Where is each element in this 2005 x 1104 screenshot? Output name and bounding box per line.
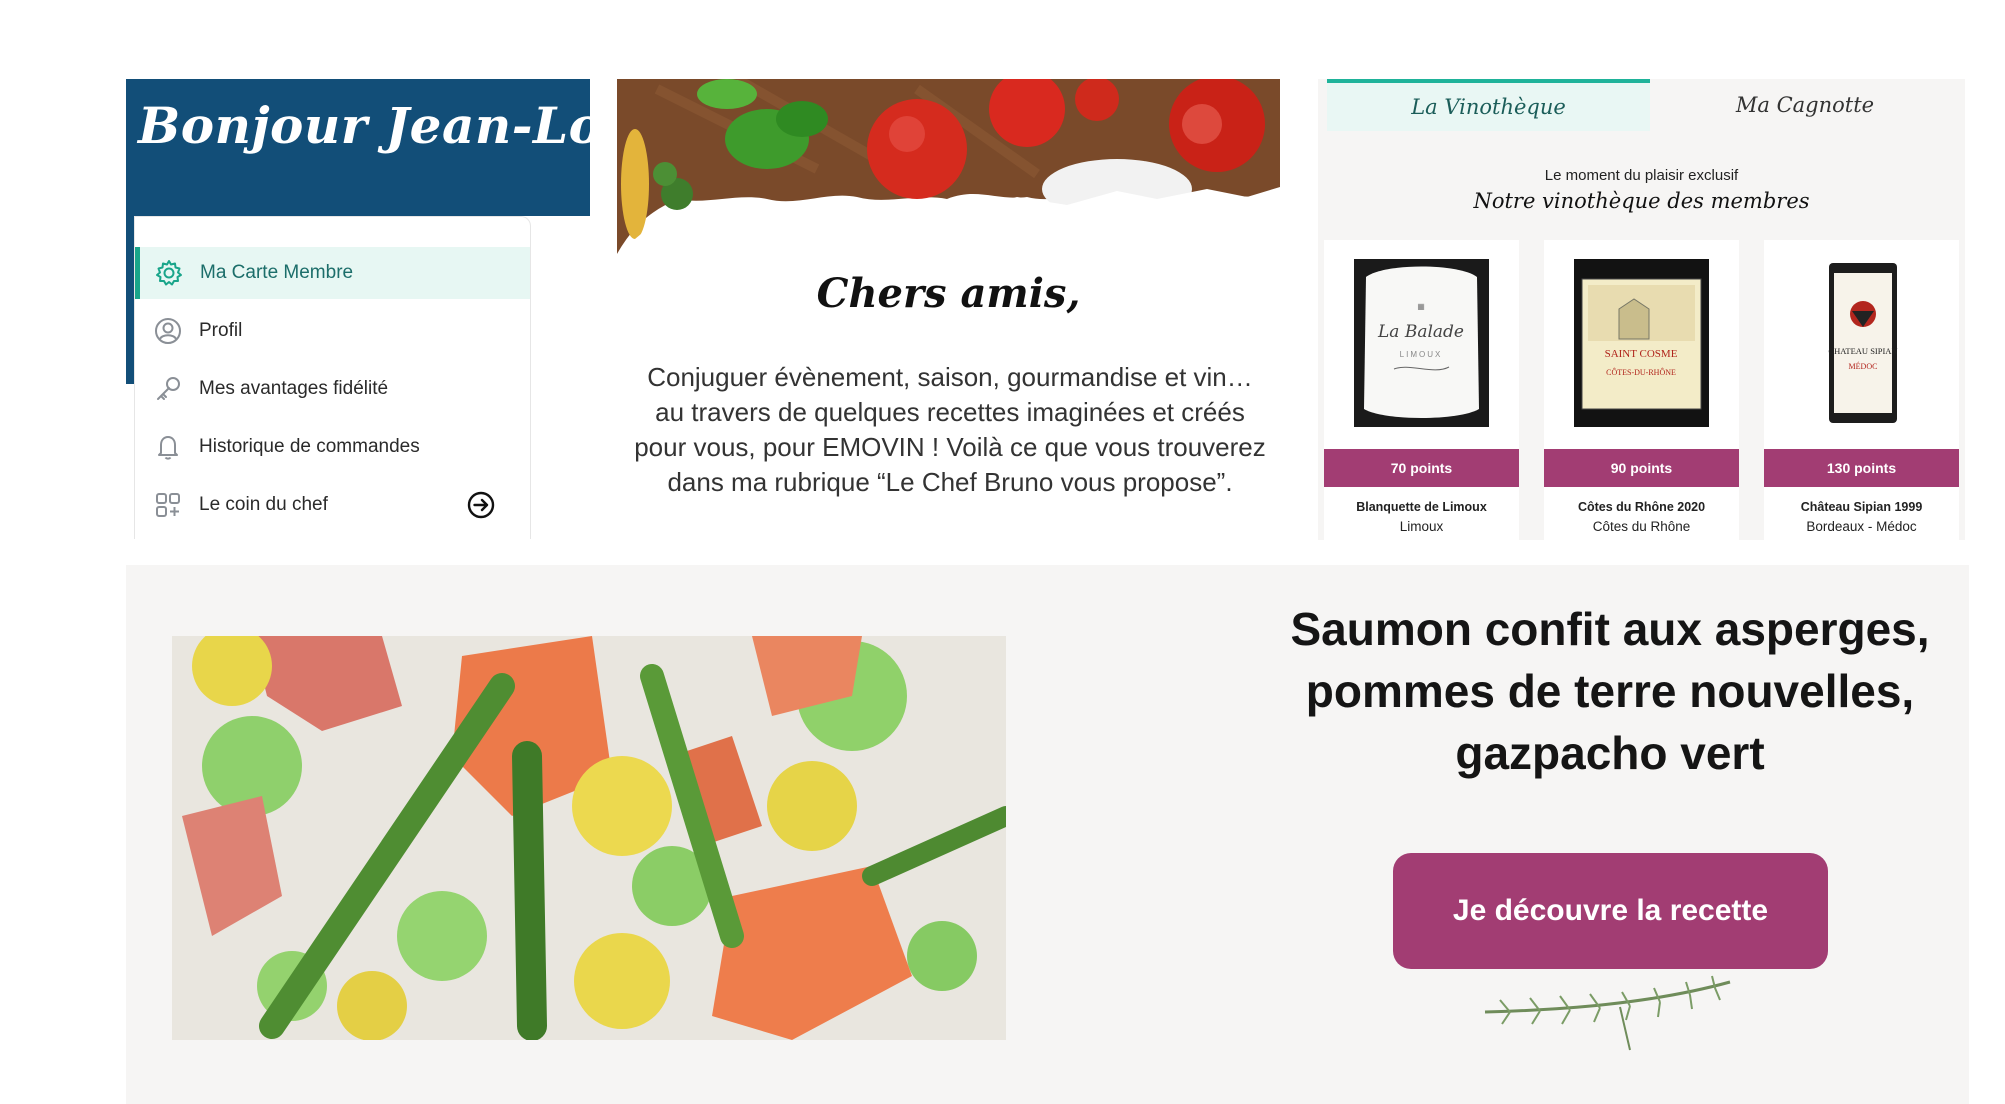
wine-label-text: CHATEAU SIPIAN xyxy=(1828,346,1897,356)
wine-bottle-image: SAINT COSME CÔTES-DU-RHÔNE xyxy=(1574,259,1709,427)
wine-points-badge: 130 points xyxy=(1764,449,1959,487)
wine-region: Bordeaux - Médoc xyxy=(1806,519,1917,534)
wine-label-sub: CÔTES-DU-RHÔNE xyxy=(1606,367,1676,377)
wine-bottle-image: CHATEAU SIPIAN MÉDOC xyxy=(1794,259,1929,427)
wine-name: Château Sipian 1999 xyxy=(1800,500,1923,514)
wine-points-badge: 70 points xyxy=(1324,449,1519,487)
wine-name: Côtes du Rhône 2020 xyxy=(1577,500,1706,514)
vinotheque-heading: Notre vinothèque des membres xyxy=(1473,189,1810,213)
vinotheque-subtitle: Le moment du plaisir exclusif xyxy=(1544,167,1739,184)
key-icon xyxy=(157,377,180,400)
gear-icon xyxy=(156,260,182,286)
intro-title: Chers amis, xyxy=(816,270,1081,317)
wine-label-text: SAINT COSME xyxy=(1605,348,1678,360)
wine-points-badge: 90 points xyxy=(1544,449,1739,487)
menu-item-label: Mes avantages fidélité xyxy=(199,378,389,399)
rosemary-decoration xyxy=(1484,975,1731,1051)
wine-region: Limoux xyxy=(1399,519,1444,534)
menu-item-avantages[interactable]: Mes avantages fidélité xyxy=(135,363,530,415)
menu-item-profil[interactable]: Profil xyxy=(135,305,530,357)
member-menu: Ma Carte Membre Profil Mes avantages fid… xyxy=(134,216,531,539)
discover-recipe-button[interactable]: Je découvre la recette xyxy=(1393,853,1828,969)
wine-card[interactable]: CHATEAU SIPIAN MÉDOC 130 points Château … xyxy=(1764,240,1959,540)
menu-item-label: Historique de commandes xyxy=(199,436,420,457)
wine-label-sub: LIMOUX xyxy=(1400,350,1443,359)
wine-name: Blanquette de Limoux xyxy=(1356,500,1487,514)
menu-item-label: Profil xyxy=(199,320,243,341)
tab-cagnotte[interactable]: Ma Cagnotte xyxy=(1650,79,1960,131)
bell-icon xyxy=(158,436,178,460)
svg-text:▦: ▦ xyxy=(1417,302,1425,311)
menu-item-carte-membre[interactable]: Ma Carte Membre xyxy=(135,247,530,299)
user-circle-icon xyxy=(155,318,181,344)
grid-plus-icon xyxy=(156,493,180,517)
tab-vinotheque[interactable]: La Vinothèque xyxy=(1327,79,1650,131)
vinotheque-panel: La Vinothèque Ma Cagnotte Le moment du p… xyxy=(1318,79,1965,540)
arrow-circle-right-icon[interactable] xyxy=(466,490,496,520)
intro-body: Conjuguer évènement, saison, gourmandise… xyxy=(634,362,1266,497)
menu-item-coin-du-chef[interactable]: Le coin du chef xyxy=(135,479,530,531)
recipe-photo xyxy=(172,636,1006,1040)
wine-bottle-image: ▦ La Balade LIMOUX xyxy=(1354,259,1489,427)
vegetables-banner-image xyxy=(617,79,1280,254)
wine-card[interactable]: SAINT COSME CÔTES-DU-RHÔNE 90 points Côt… xyxy=(1544,240,1739,540)
wine-label-sub: MÉDOC xyxy=(1849,361,1878,371)
wine-region: Côtes du Rhône xyxy=(1592,519,1691,534)
menu-item-label: Ma Carte Membre xyxy=(200,262,354,283)
wine-card[interactable]: ▦ La Balade LIMOUX 70 points Blanquette … xyxy=(1324,240,1519,540)
recipe-title: Saumon confit aux asperges, pommes de te… xyxy=(1290,603,1930,779)
menu-item-label: Le coin du chef xyxy=(199,494,328,515)
wine-label-text: La Balade xyxy=(1377,322,1464,342)
menu-item-historique[interactable]: Historique de commandes xyxy=(135,421,530,473)
